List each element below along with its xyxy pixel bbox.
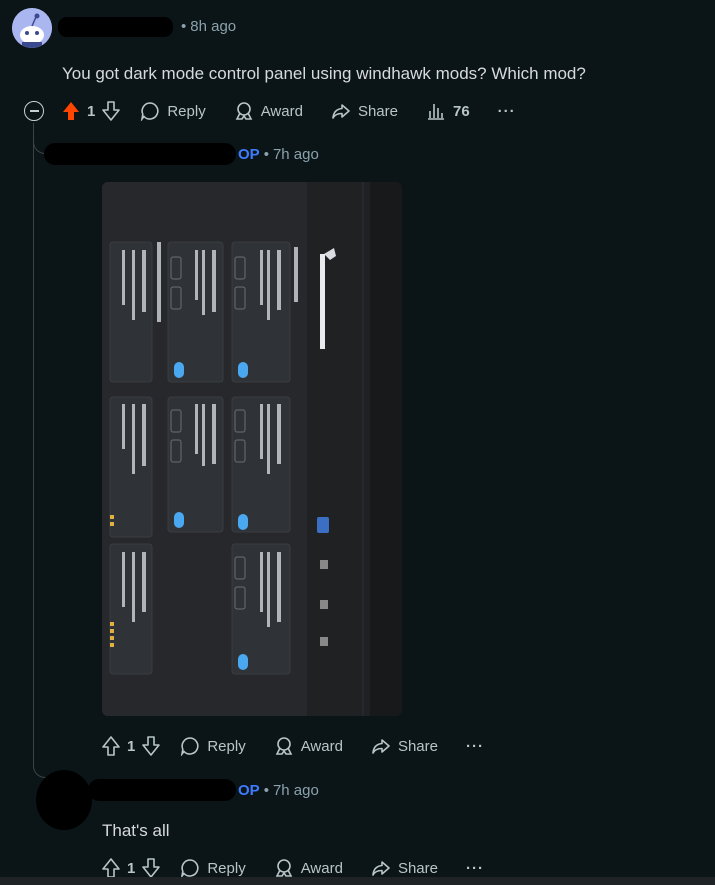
op-badge: OP — [238, 782, 260, 799]
award-button[interactable]: Award — [274, 858, 343, 878]
comment-meta: • 8h ago — [181, 18, 237, 35]
stats-button[interactable]: 76 — [426, 101, 470, 121]
share-button[interactable]: Share — [371, 858, 438, 878]
award-icon — [235, 102, 252, 120]
reply-button[interactable]: Reply — [140, 101, 206, 121]
os-taskbar — [0, 877, 715, 885]
more-options-button[interactable]: ··· — [466, 860, 484, 877]
comment-icon — [141, 102, 159, 121]
thread-line — [33, 123, 34, 763]
vote-count: 1 — [127, 859, 136, 877]
vote-group: 1 — [102, 736, 161, 756]
comment-meta: OP • 7h ago — [238, 146, 319, 163]
bar-chart-icon — [427, 104, 444, 120]
comment-actions: 1 Reply Award Share 76 ··· — [62, 99, 544, 123]
upvote-icon[interactable] — [102, 736, 120, 756]
award-button[interactable]: Award — [234, 101, 303, 121]
comment-meta: OP • 7h ago — [238, 782, 319, 799]
windhawk-screenshot-image — [102, 182, 402, 716]
award-button[interactable]: Award — [274, 736, 343, 756]
op-badge: OP — [238, 146, 260, 163]
timestamp: 8h ago — [190, 18, 237, 35]
vote-group: 1 — [102, 858, 161, 878]
vote-group: 1 — [62, 101, 121, 121]
vote-count: 1 — [87, 102, 96, 120]
vote-count: 1 — [127, 737, 136, 755]
upvote-icon[interactable] — [62, 101, 80, 121]
attached-photo[interactable] — [102, 182, 402, 716]
collapse-thread-button[interactable] — [24, 101, 44, 121]
more-options-button[interactable]: ··· — [466, 738, 484, 755]
more-icon: ··· — [465, 859, 484, 877]
downvote-icon[interactable] — [102, 101, 121, 121]
reddit-snoo-icon — [12, 8, 52, 48]
award-icon — [275, 737, 292, 755]
upvote-icon[interactable] — [102, 858, 120, 878]
comment-icon — [181, 859, 199, 878]
downvote-icon[interactable] — [142, 736, 161, 756]
share-button[interactable]: Share — [331, 101, 398, 121]
share-icon — [332, 104, 350, 119]
timestamp: 7h ago — [272, 782, 319, 799]
comment-body: You got dark mode control panel using wi… — [62, 64, 586, 83]
reply-button[interactable]: Reply — [180, 858, 246, 878]
share-button[interactable]: Share — [371, 736, 438, 756]
redacted-avatar — [36, 770, 92, 830]
more-icon: ··· — [465, 737, 484, 755]
reply-button[interactable]: Reply — [180, 736, 246, 756]
redacted-username — [88, 779, 236, 801]
downvote-icon[interactable] — [142, 858, 161, 878]
comment-actions: 1 Reply Award Share ··· — [102, 734, 512, 758]
comment-icon — [181, 737, 199, 756]
more-icon: ··· — [497, 102, 516, 120]
award-icon — [275, 859, 292, 877]
comment-body: That's all — [102, 821, 170, 840]
more-options-button[interactable]: ··· — [498, 103, 516, 120]
redacted-avatar-username — [44, 143, 236, 165]
avatar[interactable] — [12, 8, 52, 48]
share-icon — [372, 861, 390, 876]
timestamp: 7h ago — [272, 146, 319, 163]
redacted-username — [58, 17, 173, 37]
share-icon — [372, 739, 390, 754]
